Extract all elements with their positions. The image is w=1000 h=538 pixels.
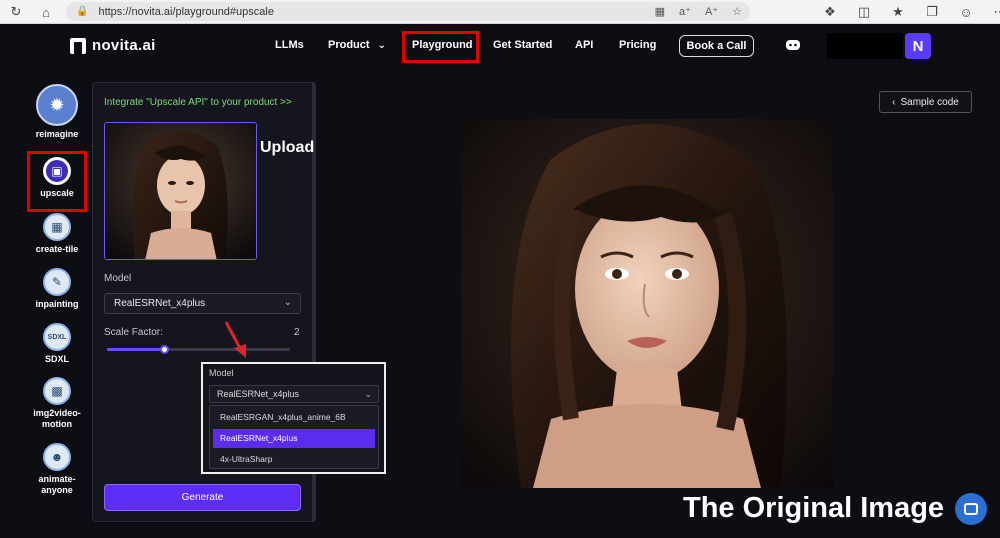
nav-api[interactable]: API — [575, 39, 593, 51]
chevron-down-icon: ⌄ — [377, 40, 387, 51]
brush-icon: ✎ — [43, 268, 71, 296]
tool-label: reimagine — [35, 129, 79, 139]
nav-llms[interactable]: LLMs — [275, 39, 304, 51]
nav-product-label: Product — [328, 39, 370, 51]
lock-icon: 🔒 — [76, 6, 89, 17]
profile-icon[interactable]: ☺ — [956, 2, 976, 22]
chevron-left-icon: ‹ — [892, 96, 896, 108]
tool-inpainting[interactable]: ✎ inpainting — [28, 268, 86, 309]
dropdown-option[interactable]: 4x-UltraSharp — [213, 450, 375, 469]
dropdown-selected-value: RealESRNet_x4plus — [217, 389, 300, 399]
more-icon[interactable]: ⋯ — [990, 2, 1000, 22]
upscale-highlight-box — [27, 151, 87, 212]
model-select-value: RealESRNet_x4plus — [114, 298, 206, 309]
discord-icon[interactable] — [784, 36, 802, 54]
tool-img2video-motion[interactable]: ▩ img2video-motion — [28, 377, 86, 430]
favorites-icon[interactable]: ★ — [888, 2, 908, 22]
tool-sdxl[interactable]: SDXL SDXL — [28, 323, 86, 364]
chevron-down-icon: ⌄ — [283, 297, 292, 308]
dropdown-model-select[interactable]: RealESRNet_x4plus ⌄ — [209, 385, 379, 403]
scale-factor-slider[interactable] — [107, 345, 290, 355]
nav-pricing[interactable]: Pricing — [619, 39, 656, 51]
text-size-icon[interactable]: A⁺ — [705, 5, 718, 18]
novita-logo-icon — [70, 37, 86, 54]
scale-factor-value: 2 — [294, 327, 300, 338]
nav-product[interactable]: Product ⌄ — [328, 39, 386, 51]
tool-label: animate-anyone — [38, 474, 76, 495]
split-view-icon[interactable]: ◫ — [854, 2, 874, 22]
film-icon: ▩ — [43, 377, 71, 405]
portrait-image — [461, 119, 833, 488]
tool-create-tile[interactable]: ▦ create-tile — [28, 213, 86, 254]
model-select[interactable]: RealESRNet_x4plus ⌄ — [104, 293, 301, 314]
browser-toolbar: ↻ ⌂ 🔒 https://novita.ai/playground#upsca… — [0, 0, 1000, 24]
chevron-down-icon: ⌄ — [364, 389, 372, 399]
red-arrow-annotation — [224, 321, 246, 358]
dropdown-options-list: RealESRGAN_x4plus_anime_6B RealESRNet_x4… — [209, 405, 379, 469]
scale-factor-label: Scale Factor: — [104, 327, 163, 338]
tool-label: img2video-motion — [33, 408, 81, 429]
star-icon[interactable]: ☆ — [732, 5, 742, 18]
upload-label: Upload — [260, 139, 315, 156]
brand-name: novita.ai — [92, 37, 156, 54]
model-label: Model — [104, 273, 132, 284]
slider-fill — [107, 348, 164, 351]
tool-label: create-tile — [35, 244, 79, 254]
playground-highlight-box — [402, 31, 479, 63]
tool-reimagine[interactable]: ✹ reimagine — [28, 84, 86, 139]
tile-grid-icon: ▦ — [43, 213, 71, 241]
sdxl-icon: SDXL — [43, 323, 71, 351]
novita-logo[interactable]: novita.ai — [70, 37, 156, 54]
dropdown-model-label: Model — [209, 368, 234, 378]
grid-icon[interactable]: ▦ — [655, 5, 665, 18]
tool-animate-anyone[interactable]: ☻ animate-anyone — [28, 443, 86, 496]
home-icon[interactable]: ⌂ — [36, 2, 56, 22]
sample-code-button[interactable]: ‹ Sample code — [879, 91, 972, 113]
tool-label: inpainting — [35, 299, 79, 309]
model-dropdown-callout: Model RealESRNet_x4plus ⌄ RealESRGAN_x4p… — [201, 362, 386, 474]
nav-get-started[interactable]: Get Started — [493, 39, 552, 51]
upload-dropzone[interactable] — [104, 122, 257, 260]
extensions-icon[interactable]: ❖ — [820, 2, 840, 22]
generate-button[interactable]: Generate — [104, 484, 301, 511]
original-image-caption: The Original Image — [683, 492, 945, 524]
integrate-api-link[interactable]: Integrate "Upscale API" to your product … — [104, 97, 292, 108]
brain-icon: ✹ — [36, 84, 78, 126]
tool-label: SDXL — [44, 354, 69, 364]
url-text: https://novita.ai/playground#upscale — [98, 5, 274, 18]
address-bar[interactable]: 🔒 https://novita.ai/playground#upscale ▦… — [66, 2, 750, 21]
redacted-account-area — [827, 33, 903, 59]
read-aloud-icon[interactable]: a⁺ — [679, 5, 691, 18]
reload-icon[interactable]: ↻ — [6, 2, 26, 22]
slider-knob[interactable] — [159, 345, 169, 354]
dropdown-option-selected[interactable]: RealESRNet_x4plus — [213, 429, 375, 448]
dropdown-option[interactable]: RealESRGAN_x4plus_anime_6B — [213, 408, 375, 427]
person-icon: ☻ — [43, 443, 71, 471]
sample-code-label: Sample code — [900, 96, 959, 108]
avatar[interactable]: N — [905, 33, 931, 59]
book-a-call-button[interactable]: Book a Call — [679, 35, 754, 57]
uploaded-thumbnail — [105, 123, 256, 259]
collections-icon[interactable]: ❐ — [922, 2, 942, 22]
chat-support-icon[interactable] — [955, 493, 987, 525]
result-image — [461, 119, 833, 488]
